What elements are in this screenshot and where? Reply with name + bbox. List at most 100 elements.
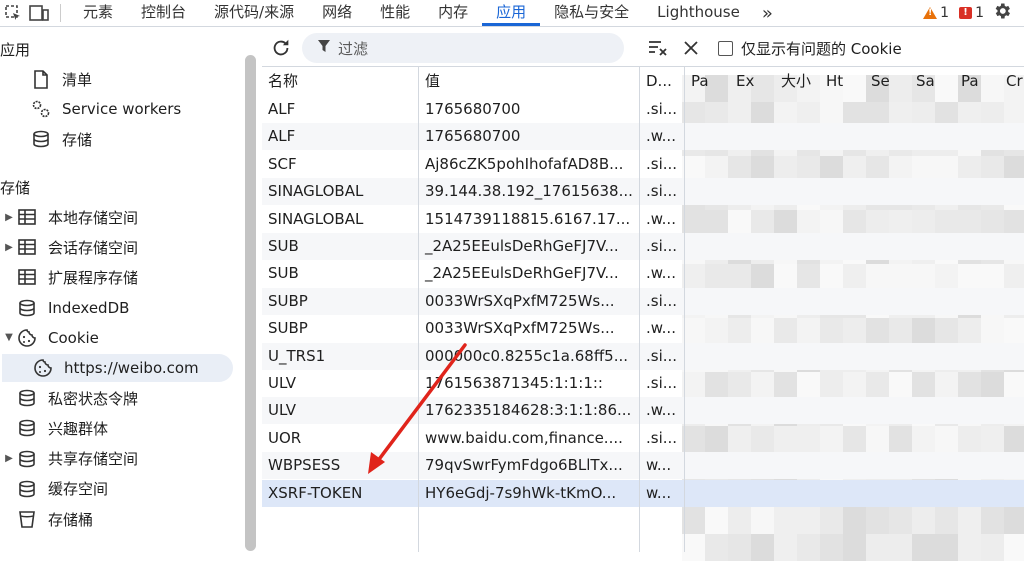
tab-0[interactable]: 元素 <box>69 0 127 26</box>
column-header[interactable]: Cr <box>1000 67 1024 95</box>
sidebar-item-sidebar-app_items-0[interactable]: 清单 <box>16 65 92 93</box>
error-icon: ! <box>959 7 973 19</box>
column-header[interactable]: Sa <box>910 67 954 95</box>
collapse-arrow-icon[interactable]: ▼ <box>2 332 16 343</box>
delete-all-icon[interactable] <box>682 39 700 57</box>
table-row[interactable]: WBPSESS 79qvSwrFymFdgo6BLlTx... w... <box>262 452 1024 480</box>
sidebar-item-sidebar-storage_items-9[interactable]: 缓存空间 <box>2 475 108 503</box>
sidebar-item-label: 存储 <box>62 130 93 149</box>
tab-6[interactable]: 应用 <box>482 0 541 26</box>
cookie-value-cell: 39.144.38.192_17615638... <box>425 182 633 201</box>
cookie-name-cell: ALF <box>268 127 296 146</box>
application-sidebar: 应用 清单 Service workers 存储 存储 ▶ 本地存储空间 ▶ 会话存储空间… <box>0 27 245 551</box>
sidebar-item-sidebar-storage_items-6[interactable]: 私密状态令牌 <box>2 384 138 412</box>
expand-arrow-icon[interactable]: ▶ <box>2 212 16 223</box>
tab-8[interactable]: Lighthouse <box>643 0 754 26</box>
filter-placeholder: 过滤 <box>338 39 369 58</box>
table-row[interactable]: U_TRS1 000000c0.8255c1a.68ff5... .si... <box>262 342 1024 370</box>
table-row[interactable]: ULV 1762335184628:3:1:1:86... .w... <box>262 397 1024 425</box>
cookie-domain-cell: .si... <box>646 182 678 201</box>
tab-7[interactable]: 隐私与安全 <box>540 0 643 26</box>
table-row[interactable]: SUBP 0033WrSXqPxfM725Ws... .w... <box>262 315 1024 342</box>
sidebar-item-https-weibo-com[interactable]: https://weibo.com <box>2 354 233 382</box>
cookie-icon <box>32 358 54 378</box>
only-issues-checkbox[interactable]: 仅显示有问题的 Cookie <box>718 38 902 59</box>
table-row[interactable]: SUB _2A25EEulsDeRhGeFJ7V... .w... <box>262 260 1024 287</box>
refresh-icon[interactable] <box>270 37 292 59</box>
tab-1[interactable]: 控制台 <box>127 0 200 26</box>
cookie-name-cell: ALF <box>268 100 296 118</box>
table-icon <box>16 207 38 227</box>
more-tabs-button[interactable]: » <box>754 3 781 24</box>
table-row[interactable]: SUBP 0033WrSXqPxfM725Ws... .si... <box>262 287 1024 315</box>
column-header[interactable]: Ex <box>730 67 774 95</box>
cookie-domain-cell: .si... <box>646 374 678 392</box>
table-row[interactable]: SUB _2A25EEulsDeRhGeFJ7V... .si... <box>262 233 1024 260</box>
tab-5[interactable]: 内存 <box>424 0 482 26</box>
tab-2[interactable]: 源代码/来源 <box>200 0 308 26</box>
table-row[interactable]: XSRF-TOKEN HY6eGdj-7s9hWk-tKmO... w... <box>262 479 1024 507</box>
device-toolbar-icon[interactable] <box>26 0 52 26</box>
redacted-mosaic-tile <box>820 507 843 534</box>
cookie-name-cell: SINAGLOBAL <box>268 182 364 201</box>
sidebar-item-label: Service workers <box>62 100 182 118</box>
warnings-count: 1 <box>940 5 950 21</box>
sidebar-item-label: Cookie <box>48 328 99 347</box>
column-header[interactable]: 值 <box>419 67 639 95</box>
column-header[interactable]: 大小 <box>775 67 819 95</box>
sidebar-item-sidebar-storage_items-2[interactable]: 扩展程序存储 <box>2 263 138 291</box>
table-row[interactable]: ALF 1765680700 .si... <box>262 96 1024 123</box>
settings-gear-icon[interactable] <box>992 1 1012 26</box>
sidebar-item-sidebar-storage_items-0[interactable]: ▶ 本地存储空间 <box>2 203 138 231</box>
table-row[interactable]: SINAGLOBAL 1514739118815.6167.17... .w... <box>262 206 1024 233</box>
sidebar-item-service-workers[interactable]: Service workers <box>16 95 181 123</box>
sidebar-item-sidebar-storage_items-7[interactable]: 兴趣群体 <box>2 414 108 442</box>
sidebar-item-sidebar-storage_items-8[interactable]: ▶ 共享存储空间 <box>2 445 138 473</box>
column-header[interactable]: Pa <box>955 67 999 95</box>
table-row[interactable]: SCF Aj86cZK5pohIhofafAD8B... .si... <box>262 151 1024 178</box>
cookie-name-cell: SINAGLOBAL <box>268 209 364 228</box>
cookie-name-cell: WBPSESS <box>268 456 341 475</box>
expand-arrow-icon[interactable]: ▶ <box>2 242 16 253</box>
sidebar-scrollbar-thumb[interactable] <box>245 55 256 551</box>
sidebar-item-cookie[interactable]: ▼ Cookie <box>2 324 99 352</box>
warnings-badge[interactable]: ! 1 <box>923 5 949 21</box>
column-header[interactable]: D... <box>640 67 684 95</box>
errors-badge[interactable]: ! 1 <box>959 5 984 21</box>
filter-funnel-icon <box>318 39 330 57</box>
clear-filtered-icon[interactable] <box>648 38 668 58</box>
inspect-element-icon[interactable] <box>0 0 26 26</box>
column-header[interactable]: 名称 <box>262 67 418 95</box>
redacted-mosaic-tile <box>1004 534 1024 561</box>
sidebar-item-sidebar-storage_items-1[interactable]: ▶ 会话存储空间 <box>2 233 138 261</box>
column-header[interactable]: Pa <box>685 67 729 95</box>
cookie-domain-cell: .si... <box>646 291 678 310</box>
sidebar-item-label: https://weibo.com <box>64 359 199 377</box>
sidebar-item-sidebar-app_items-2[interactable]: 存储 <box>16 125 92 153</box>
table-row[interactable]: SINAGLOBAL 39.144.38.192_17615638... .si..… <box>262 178 1024 206</box>
tab-3[interactable]: 网络 <box>308 0 366 26</box>
table-row[interactable]: UOR www.baidu.com,finance.... .si... <box>262 425 1024 452</box>
sidebar-item-label: 私密状态令牌 <box>48 389 139 408</box>
filter-input[interactable]: 过滤 <box>302 33 624 63</box>
cookie-name-cell: SUBP <box>268 291 308 310</box>
column-divider[interactable] <box>639 67 640 552</box>
sidebar-item-indexeddb[interactable]: IndexedDB <box>2 294 129 322</box>
column-header[interactable]: Ht <box>820 67 864 95</box>
table-row[interactable]: ULV 1761563871345:1:1:1:: .si... <box>262 370 1024 397</box>
sidebar-item-sidebar-storage_items-10[interactable]: 存储桶 <box>2 505 93 533</box>
redacted-mosaic-tile <box>981 507 1004 534</box>
column-header[interactable]: Se <box>865 67 909 95</box>
expand-arrow-icon[interactable]: ▶ <box>2 453 16 464</box>
cookie-value-cell: 0033WrSXqPxfM725Ws... <box>425 319 615 338</box>
redacted-mosaic-tile <box>1004 507 1024 534</box>
only-issues-label: 仅显示有问题的 Cookie <box>741 39 902 58</box>
tab-4[interactable]: 性能 <box>366 0 424 26</box>
errors-count: 1 <box>975 5 984 21</box>
devtools-tabbar: 元素 控制台 源代码/来源 网络 性能 内存 应用 隐私与安全 Lighthouse » ! 1… <box>0 0 1024 27</box>
table-row[interactable]: ALF 1765680700 .w... <box>262 123 1024 151</box>
column-divider[interactable] <box>418 67 419 552</box>
cookies-table: ALF 1765680700 .si... ALF 1765680700 .w... SCF… <box>262 66 1024 561</box>
checkbox-box[interactable] <box>718 40 733 56</box>
column-divider[interactable] <box>684 67 685 552</box>
